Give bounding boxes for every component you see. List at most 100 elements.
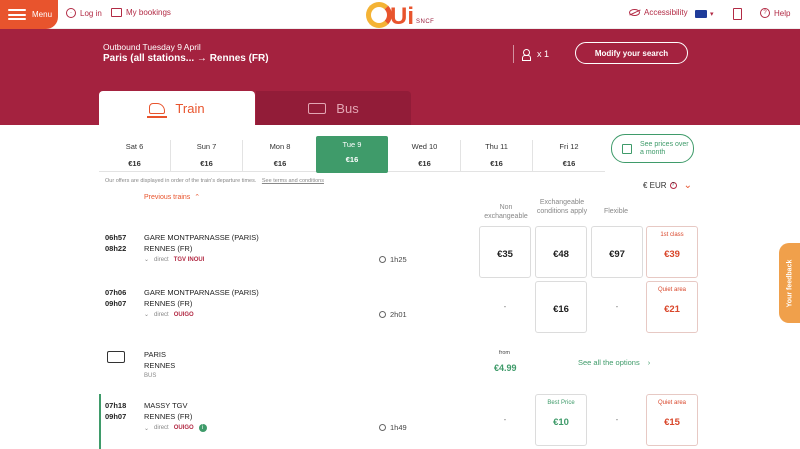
calendar-icon — [622, 143, 632, 154]
selected-row-indicator — [99, 394, 101, 449]
date-fri-12[interactable]: Fri 12 €16 — [533, 140, 605, 171]
price-value: €15 — [664, 416, 680, 428]
carrier-name: OUIGO — [173, 425, 194, 431]
journey-times: 07h18 09h07 — [105, 400, 126, 422]
bus-departure: PARIS — [144, 350, 166, 359]
departure-time: 07h18 — [105, 401, 127, 410]
price-unavailable: - — [615, 302, 619, 311]
departure-time: 06h57 — [105, 233, 127, 242]
column-exchangeable: Exchangeable conditions apply — [536, 199, 588, 215]
help-link[interactable]: ? Help — [760, 8, 790, 18]
journey-times: 07h06 09h07 — [105, 287, 126, 309]
accessibility-label: Accessibility — [644, 8, 688, 17]
ticket-icon — [111, 8, 122, 17]
price-non-exchangeable[interactable]: €35 — [479, 226, 531, 278]
chevron-down-icon[interactable]: ▾ — [710, 10, 714, 18]
eye-slash-icon — [629, 9, 640, 16]
price-value: €39 — [664, 248, 680, 260]
previous-trains-link[interactable]: Previous trains ⌃ — [144, 193, 200, 202]
duration-value: 1h25 — [390, 255, 407, 264]
hamburger-icon — [8, 9, 26, 20]
chevron-down-icon: ⌄ — [144, 312, 150, 318]
oui-sncf-logo[interactable]: Ui SNCF — [366, 2, 435, 30]
date-price: €16 — [562, 159, 576, 168]
logo-text: Ui — [390, 3, 414, 30]
journey-duration: 2h01 — [379, 310, 407, 319]
chevron-down-icon: ⌄ — [144, 425, 150, 432]
bookings-label: My bookings — [126, 8, 171, 17]
clock-icon — [379, 256, 386, 263]
date-price: €16 — [490, 159, 503, 168]
journey-duration: 1h49 — [379, 423, 407, 432]
logo-sub: SNCF — [416, 19, 435, 25]
date-sun-7[interactable]: Sun 7 €16 — [171, 140, 243, 171]
price-value: €97 — [609, 248, 625, 260]
menu-label: Menu — [32, 10, 53, 19]
column-flexible: Flexible — [603, 208, 629, 215]
tab-bus[interactable]: Bus — [256, 91, 411, 125]
price-tag: Best Price — [547, 400, 575, 406]
user-circle-icon: · — [66, 8, 76, 18]
journey-times: 06h57 08h22 — [105, 232, 126, 254]
tab-train-label: Train — [175, 100, 205, 116]
departure-station: MASSY TGV — [144, 401, 188, 410]
see-prices-label: See prices over a month — [640, 140, 689, 156]
basket-icon[interactable] — [733, 8, 742, 20]
my-bookings-link[interactable]: My bookings — [111, 8, 171, 17]
price-exchangeable[interactable]: €48 — [535, 226, 587, 278]
price-first-class[interactable]: 1st class €39 — [646, 226, 698, 278]
see-prices-month-button[interactable]: See prices over a month — [611, 134, 694, 163]
duration-value: 1h49 — [390, 423, 407, 432]
see-all-options-link[interactable]: See all the options › — [578, 358, 650, 367]
passenger-count: x 1 — [513, 45, 549, 63]
date-price: €16 — [200, 159, 213, 168]
column-non-exchangeable: Non exchangeable — [484, 204, 528, 220]
tab-train[interactable]: Train — [99, 91, 255, 125]
date-sat-6[interactable]: Sat 6 €16 — [99, 140, 171, 171]
journey-duration: 1h25 — [379, 255, 407, 264]
terms-link[interactable]: See terms and conditions — [262, 178, 324, 184]
price-exchangeable[interactable]: €16 — [535, 281, 587, 333]
arrival-time: 09h07 — [105, 299, 127, 308]
price-value: €35 — [497, 248, 513, 260]
journey-row[interactable]: 06h57 08h22 GARE MONTPARNASSE (PARIS) RE… — [99, 226, 800, 280]
departure-station: GARE MONTPARNASSE (PARIS) — [144, 288, 259, 297]
bus-icon — [308, 102, 327, 114]
date-label: Fri 12 — [559, 142, 579, 151]
date-thu-11[interactable]: Thu 11 €16 — [461, 140, 533, 171]
price-tag: Quiet area — [657, 287, 687, 293]
eu-flag-icon[interactable] — [695, 10, 707, 18]
bus-option-row[interactable]: PARIS RENNES BUS from €4.99 See all the … — [99, 343, 800, 385]
price-value: €10 — [553, 416, 569, 428]
login-link[interactable]: · Log in — [66, 8, 102, 18]
date-tue-9-selected[interactable]: Tue 9 €16 — [316, 136, 388, 173]
modify-search-button[interactable]: Modify your search — [575, 42, 688, 64]
menu-button[interactable]: Menu — [0, 0, 58, 29]
journey-row-selected[interactable]: 07h18 09h07 MASSY TGV RENNES (FR) ⌄ dire… — [99, 394, 800, 449]
feedback-label: Your feedback — [786, 259, 793, 307]
feedback-tab[interactable]: Your feedback — [779, 243, 800, 323]
price-best-price[interactable]: Best Price €10 — [535, 394, 587, 446]
price-quiet-area[interactable]: Quiet area €21 — [646, 281, 698, 333]
help-label: Help — [774, 8, 791, 18]
date-label: Mon 8 — [269, 142, 291, 151]
info-icon[interactable]: i — [198, 424, 207, 432]
currency-selector[interactable]: € EUR ? ⌄ — [643, 180, 692, 191]
accessibility-link[interactable]: Accessibility — [629, 8, 688, 17]
bus-mode-label: BUS — [144, 373, 157, 379]
price-flexible[interactable]: €97 — [591, 226, 643, 278]
outbound-date: Outbound Tuesday 9 April — [103, 42, 201, 52]
date-mon-8[interactable]: Mon 8 €16 — [244, 140, 316, 171]
price-tag: 1st class — [660, 232, 684, 238]
journey-meta: ⌄ direct TGV INOUI — [144, 256, 204, 264]
price-quiet-area[interactable]: Quiet area €15 — [646, 394, 698, 446]
journey-row[interactable]: 07h06 09h07 GARE MONTPARNASSE (PARIS) RE… — [99, 281, 800, 335]
arrival-station: RENNES (FR) — [144, 412, 193, 421]
price-value: €16 — [553, 303, 569, 315]
arrival-time: 09h07 — [105, 412, 127, 421]
date-label: Wed 10 — [411, 142, 438, 151]
date-wed-10[interactable]: Wed 10 €16 — [389, 140, 461, 171]
clock-icon — [379, 311, 386, 318]
logo-o-mark — [366, 2, 392, 28]
clock-icon — [379, 424, 386, 431]
